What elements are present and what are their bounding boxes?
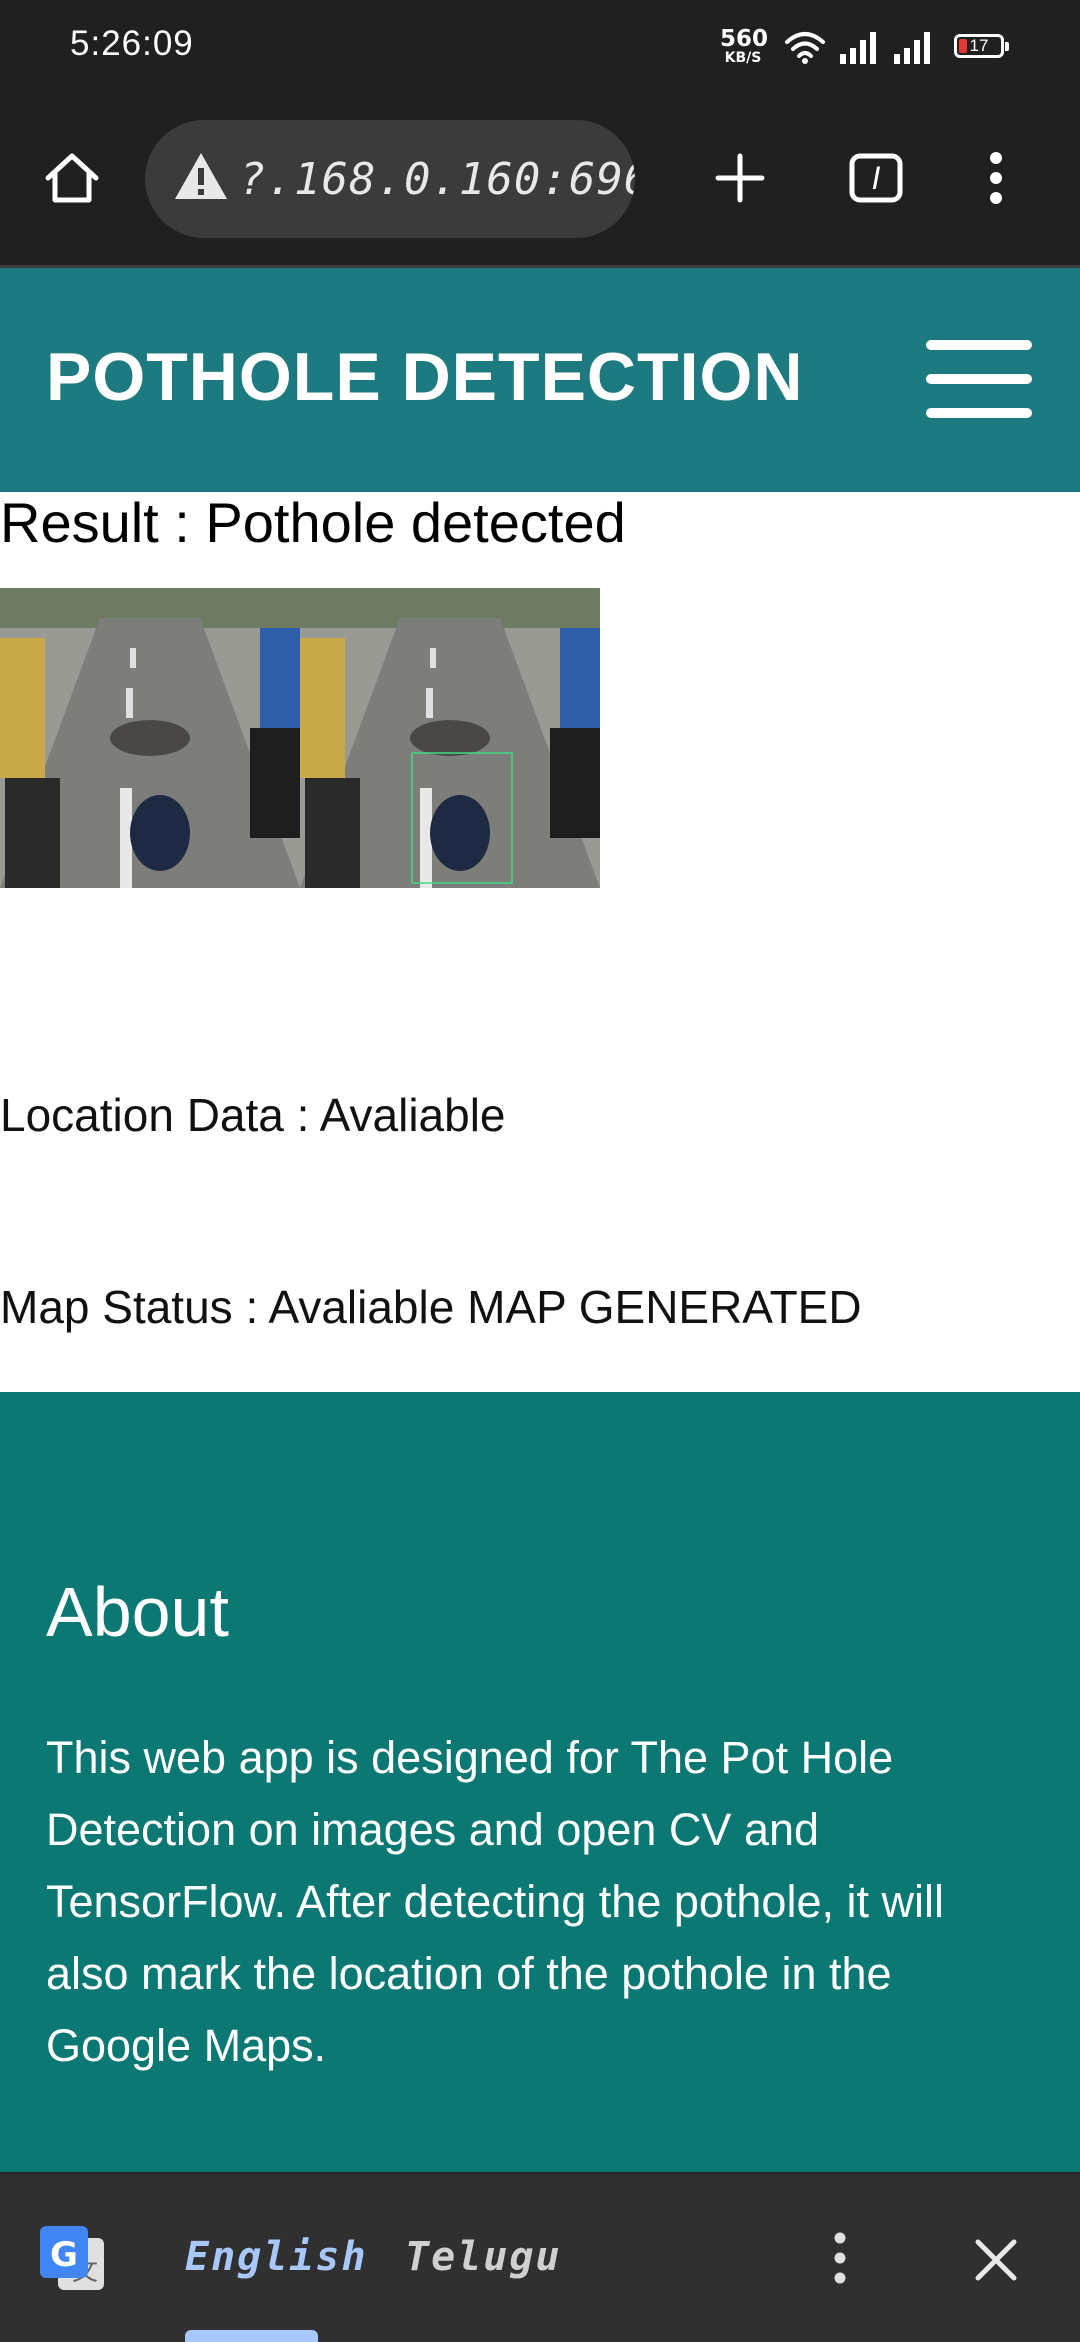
hamburger-line bbox=[926, 340, 1032, 350]
google-translate-icon: 文 G bbox=[40, 2226, 104, 2290]
status-bar: 5:26:09 560 KB/S 17 bbox=[0, 0, 1080, 100]
hamburger-line bbox=[926, 408, 1032, 418]
language-tab-telugu[interactable]: Telugu bbox=[405, 2234, 562, 2280]
translate-bar: 文 G English Telugu bbox=[0, 2172, 1080, 2342]
browser-toolbar: ?.168.0.160:6969 I bbox=[0, 100, 1080, 268]
warning-icon bbox=[175, 153, 227, 199]
site-header: POTHOLE DETECTION bbox=[0, 268, 1080, 492]
translate-options-button[interactable] bbox=[820, 2226, 860, 2290]
close-translate-button[interactable] bbox=[966, 2230, 1026, 2290]
battery-level: 17 bbox=[969, 36, 989, 55]
pothole-image bbox=[0, 588, 600, 888]
network-speed: 560 KB/S bbox=[720, 26, 769, 67]
site-title: POTHOLE DETECTION bbox=[46, 339, 804, 415]
network-speed-unit: KB/S bbox=[724, 50, 762, 66]
signal-icon bbox=[894, 32, 930, 64]
hamburger-line bbox=[926, 374, 1032, 384]
location-status: Location Data : Avaliable bbox=[0, 1089, 506, 1141]
about-heading: About bbox=[46, 1573, 229, 1651]
more-menu-button[interactable] bbox=[966, 136, 1026, 220]
network-speed-value: 560 bbox=[720, 26, 769, 52]
svg-text:G: G bbox=[50, 2235, 78, 2275]
url-text: ?.168.0.160:6969 bbox=[239, 154, 635, 205]
map-status: Map Status : Avaliable MAP GENERATED bbox=[0, 1281, 862, 1333]
tab-switcher-button[interactable]: I bbox=[836, 136, 916, 220]
about-text: This web app is designed for The Pot Hol… bbox=[46, 1732, 944, 2071]
more-options-icon bbox=[834, 2232, 846, 2284]
status-time: 5:26:09 bbox=[70, 24, 194, 63]
signal-icon bbox=[840, 32, 876, 64]
tab-count: I bbox=[871, 159, 881, 196]
battery-icon: 17 bbox=[954, 34, 1009, 58]
language-tab-english[interactable]: English bbox=[185, 2234, 368, 2280]
hamburger-menu-icon[interactable] bbox=[926, 340, 1032, 418]
close-icon bbox=[975, 2239, 1017, 2281]
new-tab-icon bbox=[715, 153, 765, 203]
active-language-indicator bbox=[185, 2330, 318, 2342]
home-button[interactable] bbox=[30, 136, 114, 220]
about-section: About This web app is designed for The P… bbox=[0, 1392, 1080, 2172]
result-image bbox=[0, 588, 600, 888]
home-icon bbox=[45, 153, 99, 203]
result-text: Result : Pothole detected bbox=[0, 491, 626, 554]
wifi-icon bbox=[785, 32, 825, 64]
url-bar[interactable]: ?.168.0.160:6969 bbox=[145, 120, 635, 238]
new-tab-button[interactable] bbox=[700, 136, 780, 220]
more-menu-icon bbox=[990, 152, 1002, 204]
